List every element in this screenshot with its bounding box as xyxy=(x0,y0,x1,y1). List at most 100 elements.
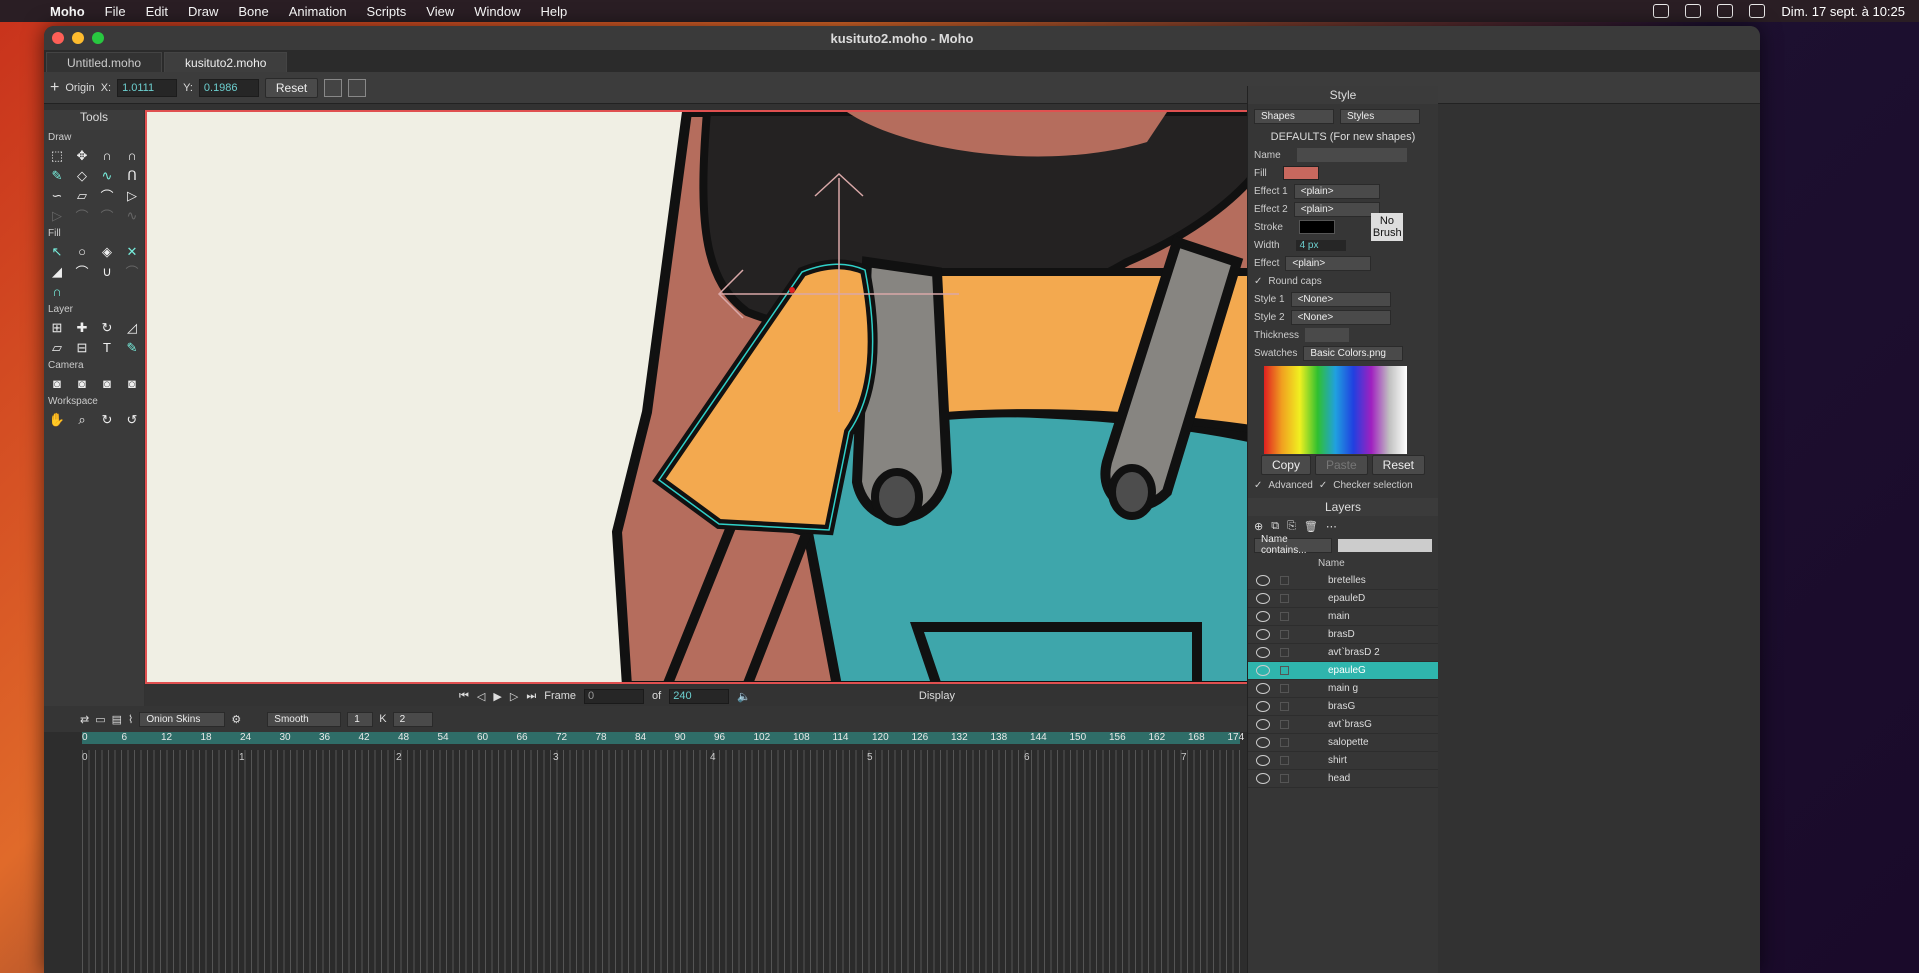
effect1-dropdown[interactable]: <plain> xyxy=(1293,183,1380,199)
bones-icon[interactable]: ⚙ xyxy=(231,713,241,726)
layer-lock-icon[interactable] xyxy=(1280,576,1289,585)
menu-file[interactable]: File xyxy=(105,4,126,19)
zoom-tool-icon[interactable]: ⌕ xyxy=(73,411,91,428)
visibility-icon[interactable] xyxy=(1256,773,1270,784)
draw-shape-tool-icon[interactable]: ◇ xyxy=(73,167,91,184)
display-dropdown[interactable]: Display xyxy=(919,690,955,702)
layer-row[interactable]: avt`brasG xyxy=(1248,716,1438,734)
visibility-icon[interactable] xyxy=(1256,629,1270,640)
control-center-icon[interactable] xyxy=(1749,4,1766,18)
stroke-label[interactable]: Stroke xyxy=(1254,222,1283,233)
flip-h-icon[interactable] xyxy=(324,78,343,97)
set-origin-tool-icon[interactable]: ⊞ xyxy=(48,319,66,336)
swatch-palette[interactable] xyxy=(1264,366,1407,454)
rewind-icon[interactable]: ⏮ xyxy=(459,690,469,703)
orbit-workspace-tool-icon[interactable]: ↺ xyxy=(123,411,141,428)
hand-tool-icon[interactable]: ✋ xyxy=(48,411,66,428)
styles-dropdown[interactable]: Styles xyxy=(1340,108,1420,124)
copy-layer-icon[interactable]: ⎘ xyxy=(1287,520,1296,533)
keys-icon[interactable]: ⇄ xyxy=(80,713,89,726)
check-icon[interactable]: ✓ xyxy=(1254,276,1262,287)
delete-shape-tool-icon[interactable]: ✕ xyxy=(123,243,141,260)
menu-scripts[interactable]: Scripts xyxy=(367,4,407,19)
layer-lock-icon[interactable] xyxy=(1280,648,1289,657)
shear-tool-icon[interactable]: ▷ xyxy=(123,187,141,204)
blob-brush-tool-icon[interactable]: ∿ xyxy=(98,167,116,184)
layer-lock-icon[interactable] xyxy=(1280,684,1289,693)
visibility-icon[interactable] xyxy=(1256,593,1270,604)
canvas[interactable] xyxy=(145,110,1269,684)
layer-row[interactable]: shirt xyxy=(1248,752,1438,770)
interpolation-dropdown[interactable]: Smooth xyxy=(267,711,342,727)
layer-filter-field[interactable] xyxy=(1337,538,1432,552)
select-points-tool-icon[interactable]: ⬚ xyxy=(48,147,66,164)
style1-dropdown[interactable]: <None> xyxy=(1290,291,1391,307)
search-icon[interactable] xyxy=(1717,4,1734,18)
width-field[interactable]: 4 px xyxy=(1295,239,1346,251)
interp-count-dropdown[interactable]: 1 xyxy=(347,711,374,727)
volume-icon[interactable]: 🔈 xyxy=(737,690,751,703)
add-point-tool-icon[interactable]: ∩ xyxy=(98,147,116,164)
visibility-icon[interactable] xyxy=(1256,665,1270,676)
layer-lock-icon[interactable] xyxy=(1280,594,1289,603)
delete-layer-icon[interactable]: 🗑 xyxy=(1304,520,1318,533)
camera-zoom-tool-icon[interactable]: ◙ xyxy=(73,375,91,392)
style2-dropdown[interactable]: <None> xyxy=(1290,309,1391,325)
menu-edit[interactable]: Edit xyxy=(146,4,168,19)
layer-row[interactable]: main xyxy=(1248,608,1438,626)
visibility-icon[interactable] xyxy=(1256,575,1270,586)
duplicate-layer-icon[interactable]: ⧉ xyxy=(1271,520,1279,533)
layer-lock-icon[interactable] xyxy=(1280,738,1289,747)
copy-button[interactable]: Copy xyxy=(1260,455,1311,475)
layer-lock-icon[interactable] xyxy=(1280,666,1289,675)
menu-help[interactable]: Help xyxy=(540,4,567,19)
layer-lock-icon[interactable] xyxy=(1280,756,1289,765)
text-tool-icon[interactable]: T xyxy=(98,339,116,356)
hide-edge-tool-icon[interactable]: ⌒ xyxy=(73,263,91,280)
flip-v-icon[interactable] xyxy=(348,78,367,97)
status-icon[interactable] xyxy=(1653,4,1670,18)
channels-icon[interactable]: ▭ xyxy=(95,713,105,726)
shear-layer-tool-icon[interactable]: ◿ xyxy=(123,319,141,336)
stroke-exposure-tool-icon[interactable]: ∪ xyxy=(98,263,116,280)
layer-row[interactable]: epauleG xyxy=(1248,662,1438,680)
eraser-tool-icon[interactable]: Ո xyxy=(123,167,141,184)
style-reset-button[interactable]: Reset xyxy=(1371,455,1426,475)
select-shape-tool-icon[interactable]: ↖ xyxy=(48,243,66,260)
x-field[interactable]: 1.0111 xyxy=(117,78,178,97)
wifi-icon[interactable] xyxy=(1685,4,1702,18)
checker-check-icon[interactable]: ✓ xyxy=(1319,480,1327,491)
visibility-icon[interactable] xyxy=(1256,701,1270,712)
key-icon[interactable]: K xyxy=(379,713,386,725)
menu-app[interactable]: Moho xyxy=(50,4,85,19)
menu-window[interactable]: Window xyxy=(474,4,520,19)
shapes-dropdown[interactable]: Shapes xyxy=(1254,108,1334,124)
transform-layer-tool-icon[interactable]: ✚ xyxy=(73,319,91,336)
effect-dropdown[interactable]: <plain> xyxy=(1285,255,1372,271)
noise-tool-icon[interactable]: ⌒ xyxy=(98,207,116,224)
new-layer-icon[interactable]: ⊕ xyxy=(1254,520,1263,533)
thickness-field[interactable] xyxy=(1305,328,1350,342)
paste-button[interactable]: Paste xyxy=(1314,455,1368,475)
menu-animation[interactable]: Animation xyxy=(289,4,347,19)
more-icon[interactable]: ⋯ xyxy=(1326,520,1337,533)
clock[interactable]: Dim. 17 sept. à 10:25 xyxy=(1781,4,1905,19)
frame-ruler[interactable]: 0 6 12 18 24 30 36 42 48 54 60 66 72 78 84 90 96 102 108 11… xyxy=(82,732,1244,744)
name-column-header[interactable]: Name xyxy=(1318,558,1345,569)
sequencer-icon[interactable]: ▤ xyxy=(112,713,122,726)
eyedropper-tool-icon[interactable]: ✎ xyxy=(123,339,141,356)
close-button[interactable] xyxy=(52,32,64,44)
layer-row[interactable]: bretelles xyxy=(1248,572,1438,590)
tab-untitled[interactable]: Untitled.moho xyxy=(46,52,163,72)
layer-lock-icon[interactable] xyxy=(1280,702,1289,711)
effect2-dropdown[interactable]: <plain> xyxy=(1293,201,1380,217)
play-icon[interactable]: ▶ xyxy=(493,690,501,703)
reset-button[interactable]: Reset xyxy=(264,77,319,98)
advanced-check-icon[interactable]: ✓ xyxy=(1254,480,1262,491)
fill-label[interactable]: Fill xyxy=(1254,168,1267,179)
scale-layer-tool-icon[interactable]: ▱ xyxy=(48,339,66,356)
layer-row[interactable]: epauleD xyxy=(1248,590,1438,608)
zoom-button[interactable] xyxy=(92,32,104,44)
curve-exposure-tool-icon[interactable]: ⌒ xyxy=(123,263,141,280)
magnet-tool-icon[interactable]: ▷ xyxy=(48,207,66,224)
